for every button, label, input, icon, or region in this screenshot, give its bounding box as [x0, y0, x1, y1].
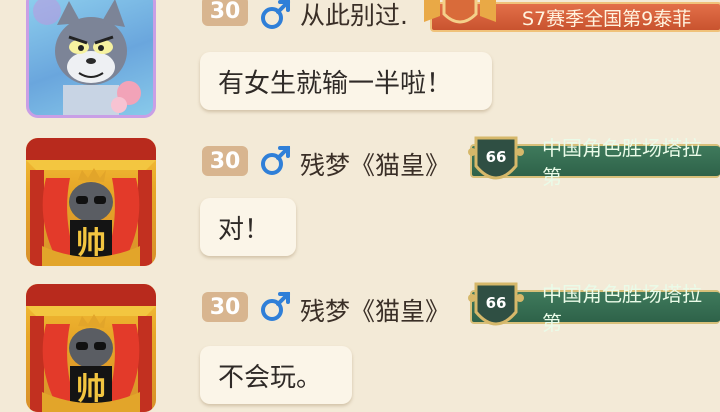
avatar-label: 帅 [76, 226, 106, 261]
message-bubble[interactable]: 不会玩。 [200, 346, 352, 404]
level-badge: 30 [202, 292, 248, 322]
male-icon [261, 292, 290, 321]
username[interactable]: 从此别过. [300, 0, 408, 32]
male-icon [261, 0, 290, 29]
avatar-label: 帅 [76, 372, 106, 407]
avatar[interactable]: 帅 [26, 138, 156, 266]
chat-message: 帅 30 残梦《猫皇》 中国角色胜场塔拉第 66 对！ [0, 136, 720, 276]
rank-title: S7赛季全国第9泰菲 [522, 7, 692, 30]
message-bubble[interactable]: 有女生就输一半啦！ [200, 52, 492, 110]
chat-message: 帅 30 残梦《猫皇》 中国角色胜场塔拉第 66 不会玩。 [0, 282, 720, 412]
rank-emblem: 66 [466, 132, 526, 190]
rank-title: 中国角色胜场塔拉第 [542, 136, 702, 189]
male-icon [261, 146, 290, 175]
chat-message: 30 从此别过. S7赛季全国第9泰菲 9 有女生就输一半啦！ [0, 0, 720, 135]
tom-cat-avatar-icon [33, 0, 141, 115]
level-badge: 30 [202, 0, 248, 26]
rank-badge-number: 66 [485, 148, 507, 166]
rank-emblem: 9 [420, 0, 500, 32]
rank-emblem: 66 [466, 278, 526, 336]
message-text: 不会玩。 [218, 362, 323, 393]
rank-title: 中国角色胜场塔拉第 [542, 282, 702, 335]
avatar[interactable] [26, 0, 156, 118]
message-text: 有女生就输一半啦！ [218, 68, 453, 99]
username[interactable]: 残梦《猫皇》 [300, 146, 450, 182]
level-badge: 30 [202, 146, 248, 176]
rank-shield-icon [424, 0, 496, 24]
rank-badge-number: 9 [450, 0, 470, 2]
message-bubble[interactable]: 对！ [200, 198, 296, 256]
message-text: 对！ [218, 214, 271, 245]
avatar[interactable]: 帅 [26, 284, 156, 412]
rank-badge-number: 66 [485, 294, 507, 312]
username[interactable]: 残梦《猫皇》 [300, 292, 450, 328]
